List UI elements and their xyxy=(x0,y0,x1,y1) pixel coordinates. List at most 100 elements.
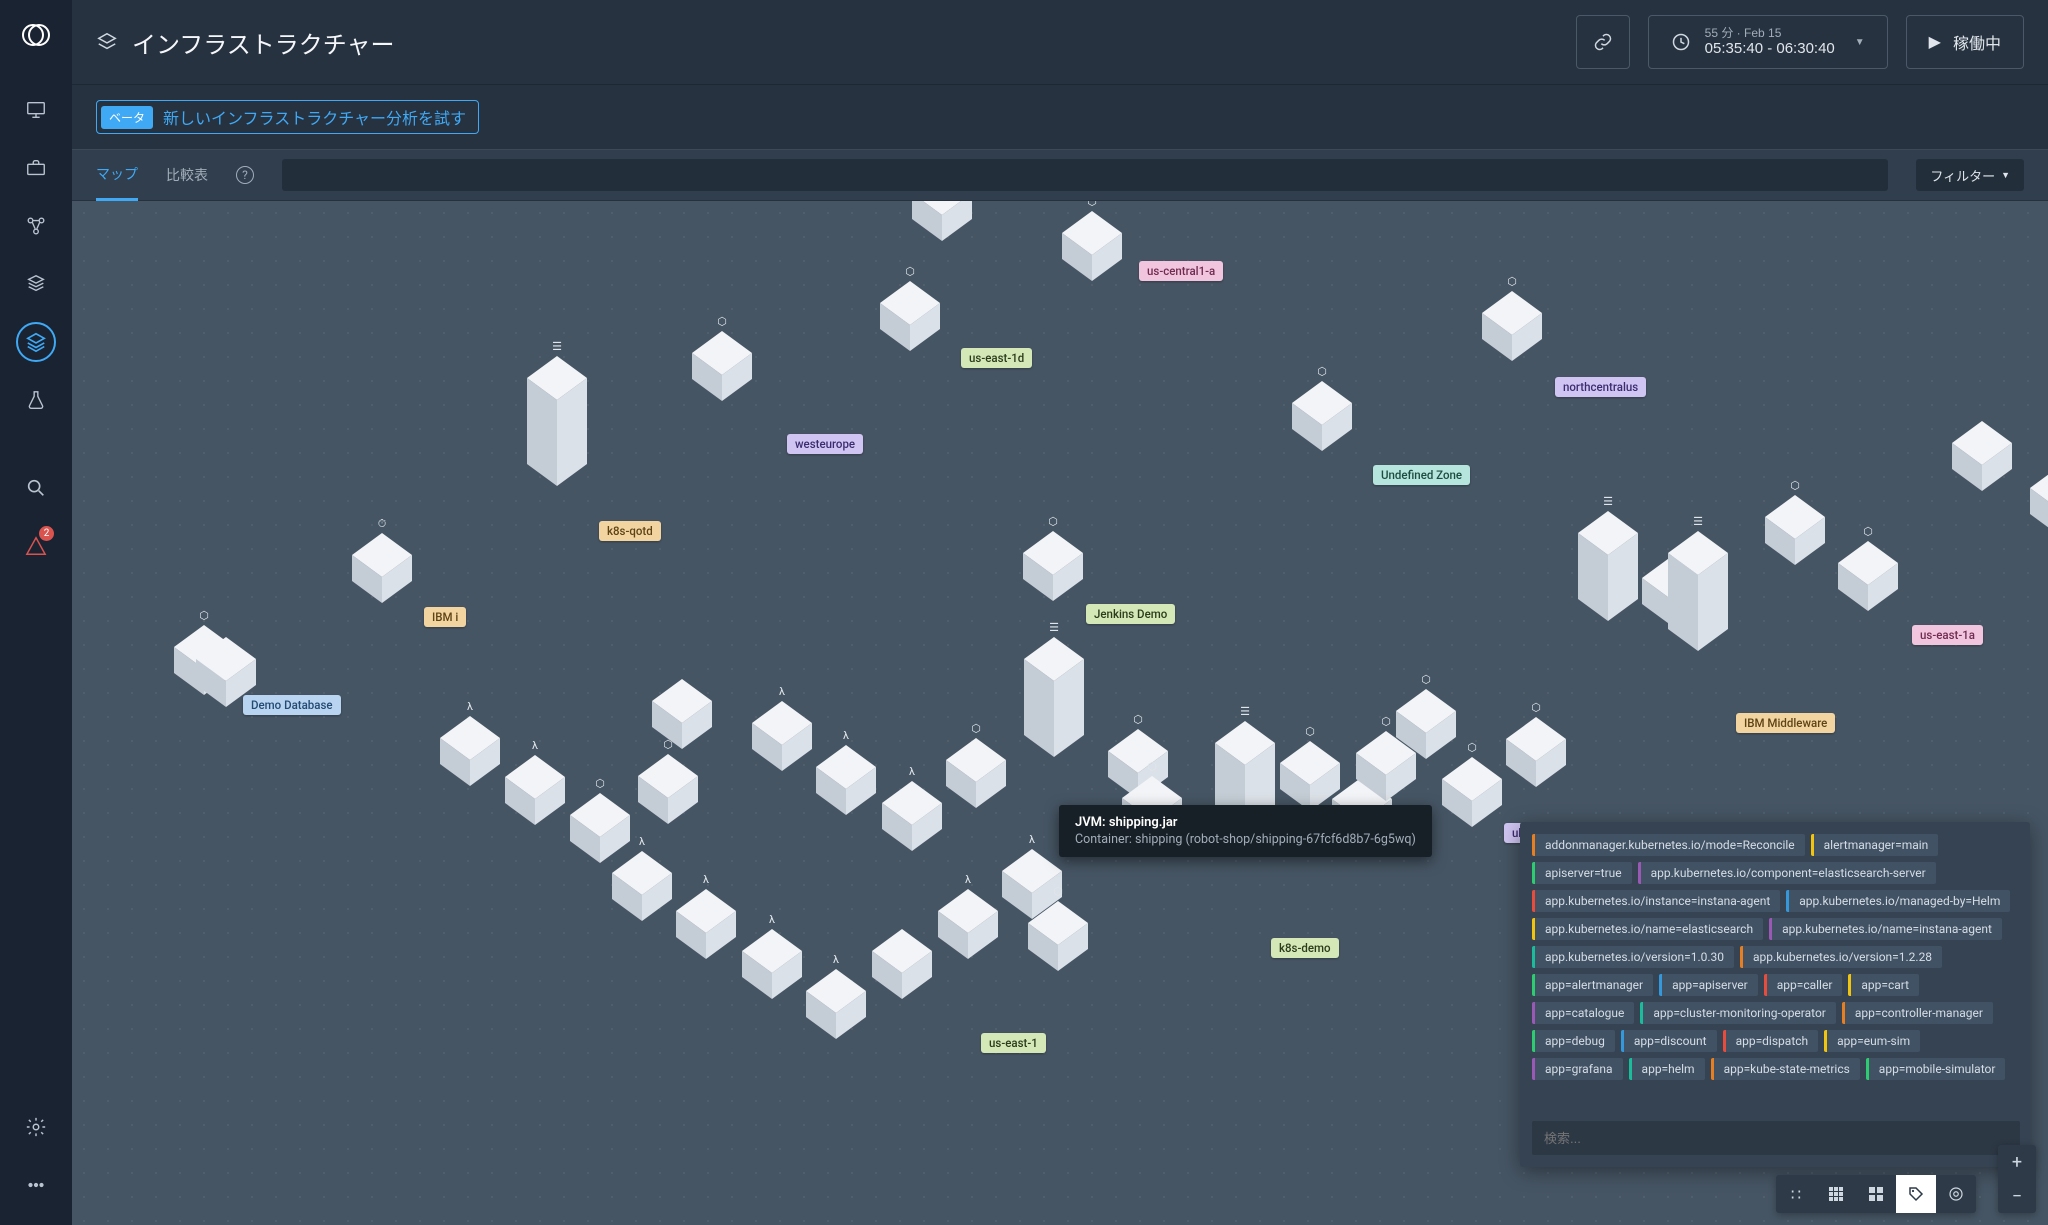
zone-label[interactable]: northcentralus xyxy=(1555,377,1646,397)
tag-chip[interactable]: app=catalogue xyxy=(1532,1002,1634,1024)
tag-chip[interactable]: apiserver=true xyxy=(1532,862,1632,884)
map-node[interactable]: λ xyxy=(806,969,866,1039)
tag-search-input[interactable] xyxy=(1532,1121,2020,1155)
nav-applications[interactable] xyxy=(16,148,56,188)
tag-chip[interactable]: app=controller-manager xyxy=(1842,1002,1993,1024)
help-icon[interactable]: ? xyxy=(236,166,254,184)
tag-chip[interactable]: app.kubernetes.io/name=elasticsearch xyxy=(1532,918,1763,940)
nav-infrastructure[interactable] xyxy=(16,322,56,362)
zone-label[interactable]: westeurope xyxy=(787,434,863,454)
map-node[interactable]: λ xyxy=(816,745,876,815)
map-node[interactable]: ⬡ xyxy=(1396,689,1456,759)
tag-chip[interactable]: app.kubernetes.io/name=instana-agent xyxy=(1769,918,2002,940)
zone-label[interactable]: k8s-qotd xyxy=(599,521,661,541)
time-range-button[interactable]: 55 分 · Feb 15 05:35:40 - 06:30:40 ▼ xyxy=(1648,15,1888,69)
map-node[interactable]: λ xyxy=(612,851,672,921)
nav-platforms[interactable] xyxy=(16,206,56,246)
nav-kubernetes[interactable] xyxy=(16,264,56,304)
map-node[interactable]: ⬡ xyxy=(638,754,698,824)
map-node[interactable]: λ xyxy=(752,701,812,771)
tag-chip[interactable]: addonmanager.kubernetes.io/mode=Reconcil… xyxy=(1532,834,1805,856)
tag-chip[interactable]: app=grafana xyxy=(1532,1058,1623,1080)
map-node[interactable] xyxy=(912,201,972,241)
map-node[interactable]: ⬡ xyxy=(1765,495,1825,565)
map-node[interactable]: ⬡ xyxy=(1023,531,1083,601)
tag-chip[interactable]: app.kubernetes.io/version=1.0.30 xyxy=(1532,946,1734,968)
map-node[interactable]: ⬡ xyxy=(1482,291,1542,361)
map-node[interactable]: ⬡ xyxy=(1280,741,1340,811)
nav-more[interactable] xyxy=(16,1165,56,1205)
nav-search[interactable] xyxy=(16,468,56,508)
map-node[interactable]: ⬡ xyxy=(1028,901,1088,971)
map-node[interactable] xyxy=(196,637,256,707)
zone-label[interactable]: us-central1-a xyxy=(1139,261,1223,281)
tag-chip[interactable]: app=helm xyxy=(1629,1058,1705,1080)
view-grid-small-button[interactable] xyxy=(1816,1175,1856,1213)
map-node[interactable]: ☰ xyxy=(1024,637,1084,757)
map-node[interactable]: λ xyxy=(882,781,942,851)
map-node[interactable]: λ xyxy=(440,716,500,786)
nav-events[interactable]: 2 xyxy=(16,526,56,566)
tag-chip[interactable]: app=caller xyxy=(1764,974,1843,996)
zoom-in-button[interactable]: + xyxy=(1998,1145,2036,1179)
map-node[interactable]: ⬡ xyxy=(880,281,940,351)
view-tag-button[interactable] xyxy=(1896,1175,1936,1213)
tab-map[interactable]: マップ xyxy=(96,150,138,201)
nav-analytics[interactable] xyxy=(16,380,56,420)
logo-icon[interactable] xyxy=(22,20,50,48)
map-node[interactable]: λ xyxy=(676,889,736,959)
tag-chip[interactable]: app.kubernetes.io/component=elasticsearc… xyxy=(1638,862,1936,884)
zoom-out-button[interactable]: − xyxy=(1998,1179,2036,1213)
zone-label[interactable]: k8s-demo xyxy=(1271,938,1339,958)
view-target-button[interactable] xyxy=(1936,1175,1976,1213)
zone-label[interactable]: us-east-1d xyxy=(961,348,1032,368)
map-node[interactable]: ⬡ xyxy=(692,331,752,401)
zone-label[interactable]: Demo Database xyxy=(243,695,341,715)
map-node[interactable]: ⏱ xyxy=(352,533,412,603)
map-node[interactable]: ⬡ xyxy=(1292,381,1352,451)
map-node[interactable]: ☰ xyxy=(527,356,587,486)
tag-chip[interactable]: app=cart xyxy=(1848,974,1919,996)
tag-chip[interactable]: app=alertmanager xyxy=(1532,974,1653,996)
filter-button[interactable]: フィルター▼ xyxy=(1916,159,2024,191)
tag-chip[interactable]: app.kubernetes.io/managed-by=Helm xyxy=(1786,890,2010,912)
beta-banner[interactable]: ベータ 新しいインフラストラクチャー分析を試す xyxy=(96,100,479,134)
tag-chip[interactable]: app=cluster-monitoring-operator xyxy=(1640,1002,1836,1024)
view-dots-button[interactable]: ∷ xyxy=(1776,1175,1816,1213)
zone-label[interactable]: Jenkins Demo xyxy=(1086,604,1175,624)
tag-chip[interactable]: app.kubernetes.io/instance=instana-agent xyxy=(1532,890,1780,912)
map-node[interactable]: ⬡ xyxy=(946,738,1006,808)
search-input[interactable] xyxy=(282,159,1888,191)
map-node[interactable]: ☰ xyxy=(1578,511,1638,621)
live-button[interactable]: ▶ 稼働中 xyxy=(1906,15,2024,69)
tag-chip[interactable]: app=dispatch xyxy=(1723,1030,1819,1052)
map-node[interactable]: ⬡ xyxy=(1838,541,1898,611)
tag-chip[interactable]: alertmanager=main xyxy=(1811,834,1939,856)
tab-table[interactable]: 比較表 xyxy=(166,151,208,199)
tag-chip[interactable]: app=eum-sim xyxy=(1824,1030,1920,1052)
zone-label[interactable]: us-east-1a xyxy=(1912,625,1983,645)
nav-websites[interactable] xyxy=(16,90,56,130)
zone-label[interactable]: IBM i xyxy=(424,607,466,627)
map-node[interactable] xyxy=(652,679,712,749)
tag-chip[interactable]: app.kubernetes.io/version=1.2.28 xyxy=(1740,946,1942,968)
zone-label[interactable]: us-east-1 xyxy=(981,1033,1046,1053)
map-node[interactable]: ⬡ xyxy=(1442,757,1502,827)
map-node[interactable]: ⬡ xyxy=(2030,466,2048,536)
map-node[interactable] xyxy=(1952,421,2012,491)
map-node[interactable]: λ xyxy=(938,889,998,959)
tag-chip[interactable]: app=apiserver xyxy=(1659,974,1758,996)
map-node[interactable]: ⬡ xyxy=(1062,211,1122,281)
zone-label[interactable]: Undefined Zone xyxy=(1373,465,1470,485)
tag-chip[interactable]: app=discount xyxy=(1621,1030,1717,1052)
map-node[interactable] xyxy=(872,929,932,999)
tag-chip[interactable]: app=kube-state-metrics xyxy=(1711,1058,1860,1080)
nav-settings[interactable] xyxy=(16,1107,56,1147)
map-node[interactable]: ☰ xyxy=(1668,531,1728,651)
map-node[interactable]: ⬡ xyxy=(1506,717,1566,787)
view-grid-large-button[interactable] xyxy=(1856,1175,1896,1213)
tag-list[interactable]: addonmanager.kubernetes.io/mode=Reconcil… xyxy=(1532,834,2020,1111)
tag-chip[interactable]: app=debug xyxy=(1532,1030,1615,1052)
map-node[interactable]: λ xyxy=(505,755,565,825)
zone-label[interactable]: IBM Middleware xyxy=(1736,713,1835,733)
